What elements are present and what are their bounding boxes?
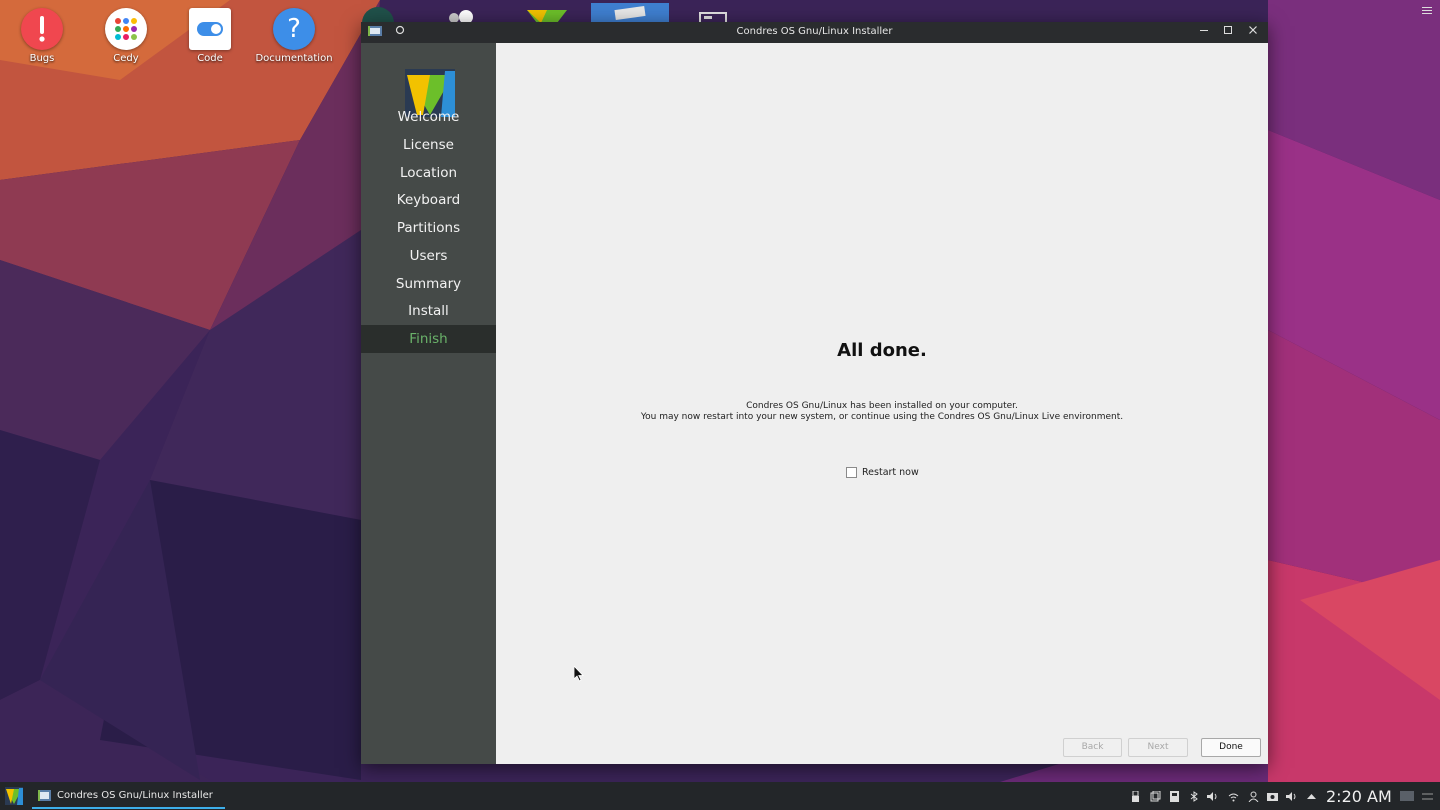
restart-now-label: Restart now [862, 467, 919, 478]
finish-message: Condres OS Gnu/Linux has been installed … [496, 401, 1268, 423]
exclamation-icon [21, 8, 63, 50]
sidebar-item-welcome: Welcome [397, 109, 460, 125]
hidden-app-icon [527, 7, 567, 23]
active-task-indicator [32, 807, 225, 809]
mouse-cursor-icon [574, 666, 584, 682]
checkbox-box[interactable] [846, 467, 857, 478]
window-titlebar[interactable]: Condres OS Gnu/Linux Installer [361, 22, 1268, 43]
network-wifi-icon[interactable] [1228, 791, 1239, 802]
hidden-app-icon [446, 7, 476, 24]
storage-icon[interactable] [1169, 791, 1180, 802]
expand-tray-icon[interactable] [1306, 791, 1317, 802]
desktop-icon-bugs[interactable]: Bugs [0, 8, 84, 64]
installer-sidebar: Welcome License Location Keyboard Partit… [361, 43, 496, 764]
next-button[interactable]: Next [1128, 738, 1188, 757]
sidebar-item-install: Install [408, 303, 449, 319]
app-launcher-icon[interactable] [5, 787, 23, 805]
done-button[interactable]: Done [1201, 738, 1261, 757]
user-icon[interactable] [1248, 791, 1259, 802]
hidden-app-icon [591, 3, 669, 23]
app-grid-icon [105, 8, 147, 50]
task-label: Condres OS Gnu/Linux Installer [57, 790, 213, 801]
page-title: All done. [837, 340, 927, 361]
message-line-1: Condres OS Gnu/Linux has been installed … [746, 401, 1018, 411]
desktop-icon-code[interactable]: Code [168, 8, 252, 64]
screenshot-icon[interactable] [1267, 791, 1278, 802]
installer-content: All done. Condres OS Gnu/Linux has been … [496, 43, 1268, 764]
clock[interactable]: 2:20 AM [1326, 787, 1392, 806]
installer-app-icon [38, 790, 51, 801]
desktop-icon-label: Documentation [255, 53, 333, 64]
sidebar-item-keyboard: Keyboard [396, 192, 461, 208]
sidebar-item-license: License [403, 137, 454, 153]
desktop-icon-documentation[interactable]: ? Documentation [252, 8, 336, 64]
task-installer[interactable]: Condres OS Gnu/Linux Installer [32, 782, 225, 810]
minimize-button[interactable] [1195, 24, 1213, 40]
question-mark-icon: ? [273, 8, 315, 50]
installer-window: Condres OS Gnu/Linux Installer Welcome L… [361, 22, 1268, 764]
toggle-switch-icon [189, 8, 231, 50]
sidebar-item-finish: Finish [361, 325, 496, 353]
sidebar-item-partitions: Partitions [396, 220, 461, 236]
restart-now-checkbox[interactable]: Restart now [846, 467, 919, 478]
desktop-icon-label: Cedy [113, 53, 139, 64]
hidden-app-icon [698, 7, 728, 24]
desktop-icon-label: Bugs [29, 53, 55, 64]
bluetooth-icon[interactable] [1189, 791, 1200, 802]
sidebar-item-users: Users [409, 248, 448, 264]
message-line-2: You may now restart into your new system… [640, 412, 1124, 422]
desktop-menu-icon[interactable] [1422, 5, 1432, 16]
desktop-icon-cedy[interactable]: Cedy [84, 8, 168, 64]
usb-icon[interactable] [1130, 791, 1141, 802]
clipboard-icon[interactable] [1150, 791, 1161, 802]
sidebar-item-location: Location [399, 165, 458, 181]
maximize-button[interactable] [1219, 24, 1237, 40]
volume-icon[interactable] [1207, 791, 1218, 802]
audio-icon[interactable] [1286, 791, 1297, 802]
sidebar-item-summary: Summary [395, 276, 462, 292]
show-desktop-button[interactable] [1400, 791, 1414, 801]
desktop-icon-label: Code [197, 53, 223, 64]
window-title: Condres OS Gnu/Linux Installer [736, 26, 893, 37]
back-button[interactable]: Back [1063, 738, 1122, 757]
taskbar: Condres OS Gnu/Linux Installer 2:20 AM [0, 782, 1440, 810]
close-button[interactable] [1244, 24, 1262, 40]
panel-settings-icon[interactable] [1422, 791, 1433, 802]
